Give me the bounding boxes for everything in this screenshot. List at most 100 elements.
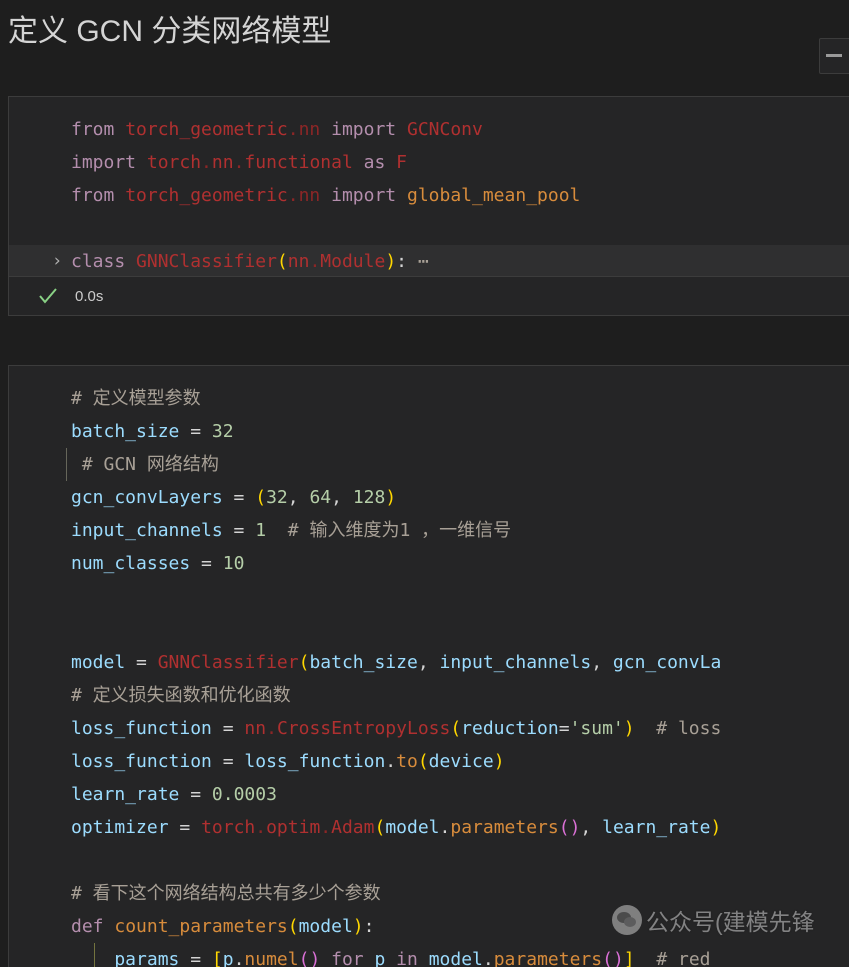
code-token: , xyxy=(288,487,310,508)
code-token: = xyxy=(212,751,245,772)
code-token: = xyxy=(212,718,245,739)
code-line[interactable] xyxy=(9,844,849,877)
code-token: model xyxy=(71,652,125,673)
code-token: . xyxy=(320,817,331,838)
code-token: gcn_convLa xyxy=(613,652,721,673)
code-token: loss_function xyxy=(71,718,212,739)
code-line[interactable]: import torch.nn.functional as F xyxy=(9,146,849,179)
code-token: 128 xyxy=(353,487,386,508)
code-token: gcn_convLayers xyxy=(71,487,223,508)
code-line[interactable]: gcn_convLayers = (32, 64, 128) xyxy=(9,481,849,514)
code-token: F xyxy=(396,152,407,173)
code-token: parameters xyxy=(450,817,558,838)
code-token: from xyxy=(71,119,125,140)
code-token: = xyxy=(223,487,256,508)
code-line[interactable]: from torch_geometric.nn import GCNConv xyxy=(9,113,849,146)
code-line[interactable]: # 看下这个网络结构总共有多少个参数 xyxy=(9,877,849,910)
code-token: nn xyxy=(212,152,234,173)
code-line[interactable]: ›class GNNClassifier(nn.Module): ⋯ xyxy=(9,245,849,278)
code-token: from xyxy=(71,185,125,206)
cell-toolbar[interactable] xyxy=(819,38,849,74)
code-token: reduction xyxy=(461,718,559,739)
code-token: in xyxy=(385,949,428,967)
code-line[interactable]: params = [p.numel() for p in model.param… xyxy=(9,943,849,967)
code-editor-1[interactable]: from torch_geometric.nn import GCNConvim… xyxy=(9,97,849,278)
code-token: torch_geometric xyxy=(125,185,288,206)
code-token: parameters xyxy=(494,949,602,967)
code-token: 64 xyxy=(309,487,331,508)
code-token: GNNClassifier xyxy=(136,251,277,272)
code-token: = xyxy=(179,949,212,967)
code-token: batch_size xyxy=(71,421,179,442)
code-line[interactable]: loss_function = nn.CrossEntropyLoss(redu… xyxy=(9,712,849,745)
code-token: . xyxy=(288,119,299,140)
code-line[interactable] xyxy=(9,212,849,245)
code-token: ( xyxy=(374,817,385,838)
code-token: . xyxy=(255,817,266,838)
code-line[interactable] xyxy=(9,580,849,613)
code-token: p xyxy=(374,949,385,967)
code-line[interactable]: input_channels = 1 # 输入维度为1 ，一维信号 xyxy=(9,514,849,547)
indent-guide xyxy=(66,448,67,481)
code-token: def xyxy=(71,916,114,937)
code-line[interactable]: batch_size = 32 xyxy=(9,415,849,448)
code-token: to xyxy=(396,751,418,772)
code-token xyxy=(635,718,657,739)
code-token: ⋯ xyxy=(407,251,429,272)
code-token: 10 xyxy=(223,553,245,574)
code-token: GNNClassifier xyxy=(158,652,299,673)
more-actions-icon[interactable] xyxy=(826,54,842,57)
code-token: Module xyxy=(320,251,385,272)
code-token: = xyxy=(179,784,212,805)
code-editor-2[interactable]: # 定义模型参数batch_size = 32 # GCN 网络结构gcn_co… xyxy=(9,366,849,967)
code-token: torch xyxy=(147,152,201,173)
code-token: Adam xyxy=(331,817,374,838)
code-line[interactable]: optimizer = torch.optim.Adam(model.param… xyxy=(9,811,849,844)
code-line[interactable]: def count_parameters(model): xyxy=(9,910,849,943)
code-token: input_channels xyxy=(440,652,592,673)
page-title: 定义 GCN 分类网络模型 xyxy=(8,11,331,53)
code-token: params xyxy=(71,949,179,967)
code-token: = xyxy=(559,718,570,739)
code-token: ) xyxy=(353,916,364,937)
code-token: batch_size xyxy=(309,652,417,673)
markdown-cell[interactable]: 定义 GCN 分类网络模型 xyxy=(0,0,849,95)
code-token: , xyxy=(580,817,602,838)
code-token: as xyxy=(353,152,396,173)
code-cell-2[interactable]: # 定义模型参数batch_size = 32 # GCN 网络结构gcn_co… xyxy=(8,365,849,967)
fold-chevron-icon[interactable]: › xyxy=(52,245,68,278)
code-token: ( xyxy=(418,751,429,772)
code-token: ) xyxy=(385,251,396,272)
code-line[interactable] xyxy=(9,613,849,646)
code-line[interactable]: # 定义损失函数和优化函数 xyxy=(9,679,849,712)
notebook-editor: 定义 GCN 分类网络模型 from torch_geometric.nn im… xyxy=(0,0,849,967)
code-token: torch xyxy=(201,817,255,838)
code-token: # 定义模型参数 xyxy=(71,388,201,409)
code-token: ( xyxy=(288,916,299,937)
code-line[interactable]: # GCN 网络结构 xyxy=(9,448,849,481)
code-token xyxy=(635,949,657,967)
code-line[interactable]: learn_rate = 0.0003 xyxy=(9,778,849,811)
code-token: # 看下这个网络结构总共有多少个参数 xyxy=(71,883,381,904)
code-token: # red xyxy=(656,949,710,967)
code-line[interactable]: # 定义模型参数 xyxy=(9,382,849,415)
code-token: ( xyxy=(602,949,613,967)
code-token: learn_rate xyxy=(602,817,710,838)
code-line[interactable]: from torch_geometric.nn import global_me… xyxy=(9,179,849,212)
code-token: ] xyxy=(624,949,635,967)
code-token: CrossEntropyLoss xyxy=(277,718,450,739)
code-token: model xyxy=(299,916,353,937)
code-token xyxy=(266,520,288,541)
code-line[interactable]: model = GNNClassifier(batch_size, input_… xyxy=(9,646,849,679)
code-token: nn xyxy=(244,718,266,739)
code-token: ( xyxy=(255,487,266,508)
indent-guide xyxy=(94,943,95,967)
code-line[interactable]: loss_function = loss_function.to(device) xyxy=(9,745,849,778)
code-token: ) xyxy=(385,487,396,508)
code-token: nn xyxy=(288,251,310,272)
code-cell-1[interactable]: from torch_geometric.nn import GCNConvim… xyxy=(8,96,849,316)
code-token: . xyxy=(234,152,245,173)
code-token: ) xyxy=(494,751,505,772)
code-token: # 定义损失函数和优化函数 xyxy=(71,685,291,706)
code-line[interactable]: num_classes = 10 xyxy=(9,547,849,580)
